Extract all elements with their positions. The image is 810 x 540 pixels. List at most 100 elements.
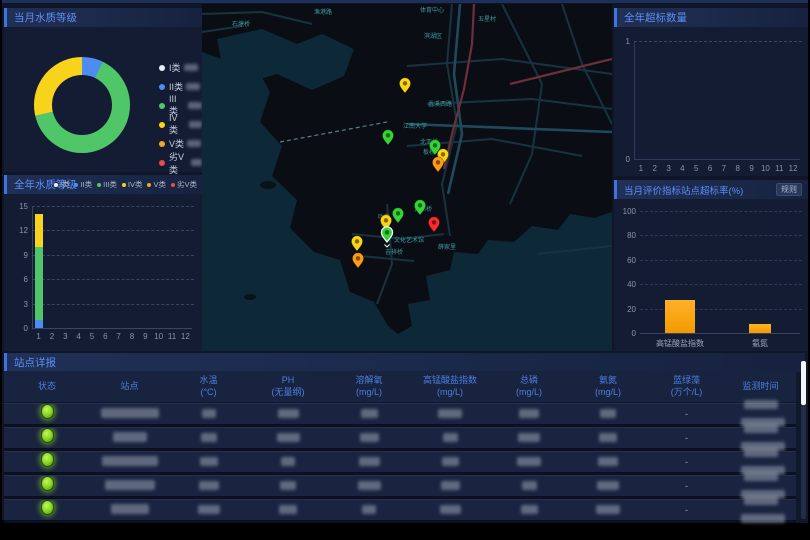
legend-dot	[159, 141, 165, 147]
legend-item-I类[interactable]: I类	[54, 179, 70, 190]
redacted-value	[598, 457, 618, 466]
year-exceed-chart: 10123456789101112	[614, 27, 808, 176]
rules-button[interactable]: 规则	[776, 183, 802, 196]
legend-label: V类	[169, 137, 184, 150]
x-tick: 7	[113, 332, 125, 341]
station-table-header-bar: 站点详报	[4, 353, 805, 372]
col-header-氨氮: 氨氮(mg/L)	[568, 375, 648, 398]
y-tick: 20	[618, 305, 636, 314]
redacted-value	[187, 140, 201, 147]
legend-label: II类	[169, 80, 183, 93]
stacked-bar-II类[interactable]	[35, 320, 43, 328]
status-indicator-green	[41, 476, 54, 491]
map-label: 江南大学	[403, 122, 427, 130]
year-grade-legend: I类 II类 III类 IV类 V类劣V类	[54, 179, 197, 190]
panel-year-exceed: 全年超标数量 10123456789101112	[614, 8, 808, 176]
gridline	[640, 211, 802, 212]
donut-legend: I类II类III类IV类V类劣V类	[159, 58, 202, 172]
legend-dot	[122, 183, 126, 187]
algae-value: -	[648, 457, 725, 467]
x-tick: 10	[153, 332, 165, 341]
y-tick: 100	[618, 207, 636, 216]
gridline	[32, 279, 194, 280]
legend-item-V类[interactable]: V类	[147, 179, 166, 190]
redacted-value	[600, 409, 616, 418]
x-tick: 11	[773, 164, 785, 173]
y-tick: 12	[16, 226, 28, 235]
table-scrollbar-thumb[interactable]	[801, 361, 806, 405]
col-header-状态: 状态	[4, 381, 90, 393]
gridline	[640, 284, 802, 285]
legend-item-IV类[interactable]: IV类	[122, 179, 143, 190]
legend-item-劣V类[interactable]: 劣V类	[159, 153, 202, 172]
redacted-value	[200, 457, 218, 466]
redacted-value	[440, 505, 461, 514]
y-tick: 0	[16, 324, 28, 333]
table-row[interactable]: -	[4, 403, 796, 427]
legend-item-劣V类[interactable]: 劣V类	[171, 179, 197, 190]
x-tick: 12	[787, 164, 799, 173]
y-tick: 6	[16, 275, 28, 284]
redacted-value	[281, 457, 295, 466]
x-tick: 5	[86, 332, 98, 341]
legend-item-III类[interactable]: III类	[97, 179, 117, 190]
map[interactable]: 石塘桥渔港路体育中心滨湖区五星村蠡溪西路江南大学北亚桥板桥青祁桥叶春文化艺术馆吉…	[202, 4, 612, 351]
panel-month-grade-header: 当月水质等级	[4, 8, 202, 27]
stacked-bar-III类[interactable]	[35, 247, 43, 320]
legend-dot	[159, 160, 165, 166]
table-scrollbar[interactable]	[801, 361, 806, 519]
col-header-蓝绿藻: 蓝绿藻(万个/L)	[648, 375, 725, 398]
redacted-value	[186, 83, 200, 90]
y-tick: 40	[618, 280, 636, 289]
algae-value: -	[648, 481, 725, 491]
redacted-value	[113, 432, 147, 442]
table-row[interactable]: -	[4, 451, 796, 475]
legend-label: I类	[169, 61, 181, 74]
gridline	[32, 304, 194, 305]
legend-label: II类	[80, 179, 92, 190]
x-category: 高锰酸盐指数	[636, 338, 724, 349]
legend-label: 劣V类	[169, 150, 188, 176]
redacted-value	[201, 433, 217, 442]
legend-item-I类[interactable]: I类	[159, 58, 202, 77]
redacted-value	[202, 409, 216, 418]
legend-item-II类[interactable]: II类	[74, 179, 92, 190]
table-row[interactable]: -	[4, 427, 796, 451]
panel-month-rate-header: 当月评价指标站点超标率(%) 规则	[614, 180, 808, 199]
legend-item-IV类[interactable]: IV类	[159, 115, 202, 134]
legend-label: III类	[103, 179, 117, 190]
y-tick: 9	[16, 251, 28, 260]
x-tick: 8	[732, 164, 744, 173]
redacted-value	[358, 481, 381, 490]
x-tick: 1	[33, 332, 45, 341]
legend-dot	[147, 183, 151, 187]
redacted-value	[599, 433, 617, 442]
x-tick: 4	[676, 164, 688, 173]
table-column-headers: 状态站点水温(°C)PH(无量纲)溶解氧(mg/L)高锰酸盐指数(mg/L)总磷…	[4, 371, 796, 402]
redacted-value	[362, 505, 376, 514]
rate-bar-高锰酸盐指数[interactable]	[665, 300, 695, 333]
redacted-value	[441, 481, 460, 490]
redacted-value	[744, 496, 778, 505]
x-tick: 6	[704, 164, 716, 173]
panel-month-grade: 当月水质等级 I类II类III类IV类V类劣V类	[4, 8, 202, 172]
rate-bar-氨氮[interactable]	[749, 324, 771, 333]
table-row[interactable]: -	[4, 475, 796, 499]
table-title: 站点详报	[14, 355, 56, 370]
stacked-bar-IV类[interactable]	[35, 214, 43, 247]
gridline	[32, 230, 194, 231]
status-indicator-green	[41, 428, 54, 443]
x-tick: 5	[690, 164, 702, 173]
y-tick: 1	[620, 37, 630, 46]
col-header-水温: 水温(°C)	[169, 375, 248, 398]
x-tick: 2	[46, 332, 58, 341]
redacted-value	[184, 64, 198, 71]
redacted-value	[744, 400, 778, 409]
gridline	[640, 235, 802, 236]
legend-label: V类	[153, 179, 166, 190]
redacted-value	[101, 408, 159, 418]
donut-hole	[52, 75, 112, 135]
y-tick: 60	[618, 256, 636, 265]
month-grade-donut-chart[interactable]	[34, 57, 130, 153]
table-row[interactable]: -	[4, 499, 796, 523]
